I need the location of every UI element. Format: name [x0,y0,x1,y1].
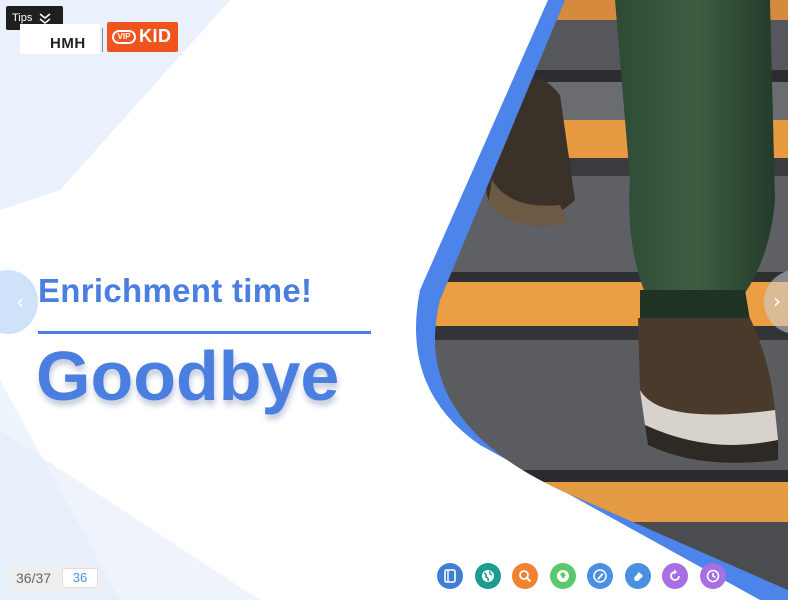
pen-icon [593,569,607,583]
chevron-left-icon: ‹ [16,290,24,314]
slide-canvas: Tips HMH VIP KID Enrichment time! Goodby… [0,0,788,600]
tag-icon [556,570,569,582]
page-indicator: 36/37 36 [10,566,102,590]
book-button[interactable] [437,563,463,589]
page-count: 36/37 [16,570,52,586]
slide-title: Goodbye [36,337,340,415]
logo-divider [102,28,103,52]
chevron-right-icon: › [773,289,781,313]
hmh-logo: HMH [20,24,100,54]
eraser-button[interactable] [624,563,651,589]
vipkid-logo: VIP KID [107,22,178,52]
vipkid-logo-vip: VIP [112,30,136,44]
tips-label: Tips [12,12,33,24]
globe-icon [481,570,494,582]
search-icon [519,570,532,583]
search-button[interactable] [512,563,538,589]
book-icon [444,569,456,583]
vipkid-logo-kid: KID [139,26,172,46]
pen-button[interactable] [587,563,613,589]
clock-icon [706,569,719,583]
tag-button[interactable] [549,563,576,589]
clock-button[interactable] [699,563,726,589]
eraser-icon [633,572,643,581]
hmh-logo-text: HMH [50,35,86,52]
refresh-icon [670,569,680,581]
slide-subtitle: Enrichment time! [38,272,313,309]
refresh-button[interactable] [662,563,688,589]
globe-button[interactable] [474,563,501,589]
page-number-input[interactable]: 36 [62,568,98,588]
tool-bar [437,563,737,591]
double-chevron-down-icon [39,13,51,24]
title-divider [38,331,371,334]
